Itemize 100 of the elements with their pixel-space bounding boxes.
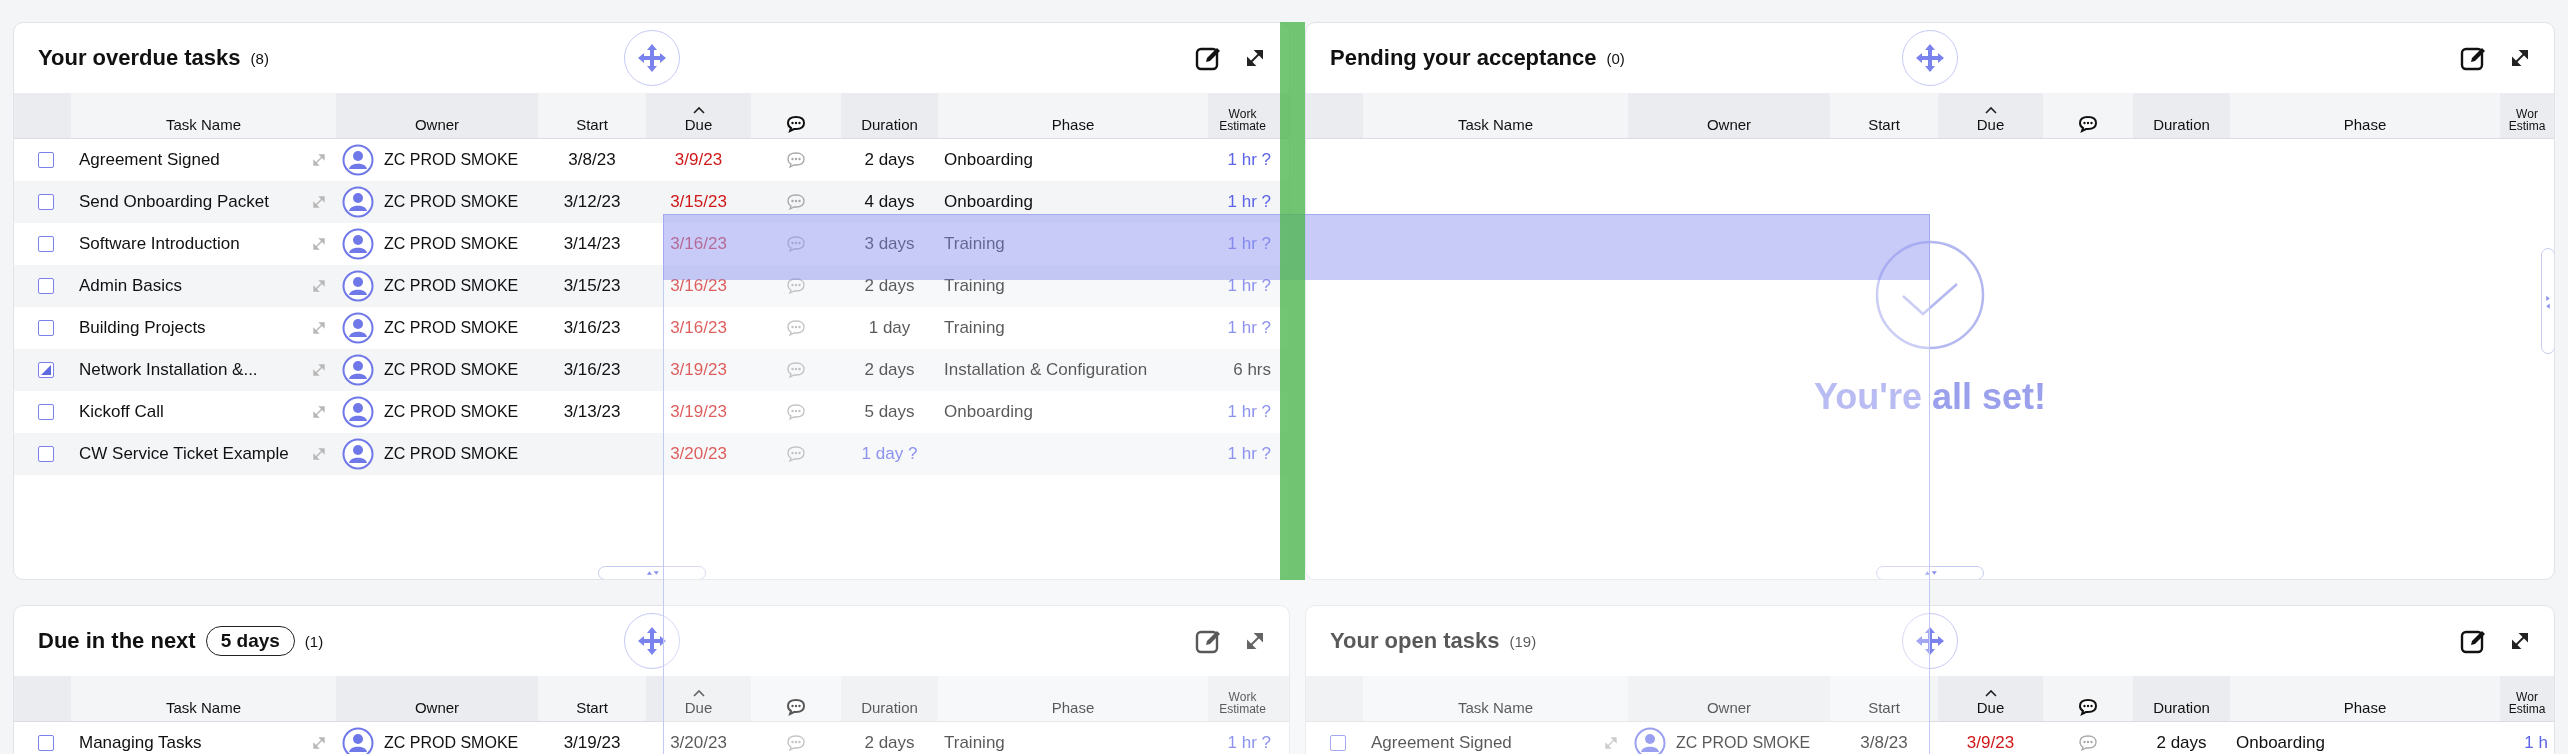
task-count: (1): [304, 632, 324, 650]
edit-icon[interactable]: [1195, 628, 1223, 654]
avatar-icon: [342, 186, 374, 218]
column-header[interactable]: Owner: [336, 676, 538, 721]
duration[interactable]: 2 days: [864, 150, 915, 170]
comment-icon[interactable]: [786, 151, 806, 169]
column-header[interactable]: Owner: [1628, 676, 1830, 721]
owner-name: ZC PROD SMOKE: [384, 734, 519, 752]
column-header[interactable]: Phase: [938, 93, 1208, 138]
task-name[interactable]: Software Introduction: [79, 234, 240, 254]
owner-name: ZC PROD SMOKE: [384, 235, 519, 253]
comment-icon[interactable]: [786, 734, 806, 752]
task-name[interactable]: Agreement Signed: [79, 150, 220, 170]
task-name[interactable]: Admin Basics: [79, 276, 182, 296]
duration[interactable]: 1 day: [868, 318, 911, 338]
column-header[interactable]: Work Estimate: [1208, 676, 1289, 721]
column-header[interactable]: Due: [1938, 676, 2043, 721]
column-header[interactable]: Task Name: [71, 93, 336, 138]
panel-title: Your open tasks: [1330, 628, 1500, 654]
expand-icon[interactable]: [2510, 631, 2530, 651]
row-checkbox[interactable]: [38, 735, 54, 751]
duration[interactable]: 5 days: [864, 402, 915, 422]
column-header[interactable]: Due: [1938, 93, 2043, 138]
duration[interactable]: 2 days: [864, 360, 915, 380]
expand-icon[interactable]: [2510, 48, 2530, 68]
column-header[interactable]: Wor Estima: [2500, 93, 2554, 138]
task-name[interactable]: Building Projects: [79, 318, 206, 338]
work-estimate[interactable]: 1 hr ?: [1227, 150, 1271, 170]
comment-icon: [786, 115, 806, 133]
avatar-icon: [342, 354, 374, 386]
column-header[interactable]: Task Name: [1363, 676, 1628, 721]
column-header[interactable]: Phase: [2230, 93, 2500, 138]
owner-name: ZC PROD SMOKE: [1676, 734, 1811, 752]
row-checkbox[interactable]: [38, 236, 54, 252]
edit-icon[interactable]: [2460, 628, 2488, 654]
column-header[interactable]: [2043, 676, 2133, 721]
column-header[interactable]: [751, 93, 841, 138]
column-header[interactable]: Wor Estima: [2500, 676, 2554, 721]
comment-icon[interactable]: [786, 277, 806, 295]
work-estimate[interactable]: 1 h: [2524, 733, 2548, 753]
expand-icon[interactable]: [1245, 48, 1265, 68]
task-name[interactable]: CW Service Ticket Example: [79, 444, 289, 464]
task-name[interactable]: Kickoff Call: [79, 402, 164, 422]
edit-icon[interactable]: [2460, 45, 2488, 71]
owner-name: ZC PROD SMOKE: [384, 277, 519, 295]
row-checkbox[interactable]: [38, 320, 54, 336]
comment-icon[interactable]: [786, 403, 806, 421]
work-estimate[interactable]: 1 hr ?: [1227, 192, 1271, 212]
comment-icon: [2078, 115, 2098, 133]
column-header[interactable]: [2043, 93, 2133, 138]
resize-handle[interactable]: [2541, 248, 2554, 354]
row-checkbox[interactable]: [1330, 735, 1346, 751]
column-header[interactable]: Duration: [2133, 676, 2230, 721]
comment-icon[interactable]: [786, 319, 806, 337]
column-header[interactable]: Task Name: [1363, 93, 1628, 138]
row-checkbox[interactable]: [38, 404, 54, 420]
comment-icon: [786, 698, 806, 716]
column-header[interactable]: Duration: [2133, 93, 2230, 138]
resize-handle[interactable]: [1876, 566, 1984, 579]
comment-icon[interactable]: [786, 193, 806, 211]
edit-icon[interactable]: [1195, 45, 1223, 71]
sort-caret-icon: [1984, 106, 1997, 114]
task-name[interactable]: Agreement Signed: [1371, 733, 1512, 753]
start-date: 3/14/23: [563, 234, 621, 254]
move-handle[interactable]: [1902, 30, 1958, 86]
task-name[interactable]: Network Installation &...: [79, 360, 258, 380]
duration[interactable]: 2 days: [864, 733, 915, 753]
column-header[interactable]: Start: [1830, 676, 1938, 721]
duration[interactable]: 2 days: [2156, 733, 2207, 753]
column-header[interactable]: Start: [538, 93, 646, 138]
column-header[interactable]: Phase: [2230, 676, 2500, 721]
column-header[interactable]: Due: [646, 676, 751, 721]
panel-title: Your overdue tasks: [38, 45, 241, 71]
phase: Onboarding: [944, 150, 1033, 170]
column-header[interactable]: Duration: [841, 93, 938, 138]
column-header[interactable]: Owner: [336, 93, 538, 138]
column-header[interactable]: Task Name: [71, 676, 336, 721]
row-checkbox[interactable]: [38, 152, 54, 168]
due-date: 3/15/23: [670, 192, 727, 212]
column-header[interactable]: Due: [646, 93, 751, 138]
task-name[interactable]: Managing Tasks: [79, 733, 202, 753]
column-header[interactable]: Start: [538, 676, 646, 721]
row-checkbox[interactable]: [38, 362, 54, 378]
comment-icon[interactable]: [2078, 734, 2098, 752]
column-header[interactable]: Owner: [1628, 93, 1830, 138]
start-date: 3/12/23: [563, 192, 621, 212]
column-header[interactable]: Duration: [841, 676, 938, 721]
work-estimate[interactable]: 6 hrs: [1233, 360, 1271, 380]
avatar-icon: [342, 228, 374, 260]
column-header[interactable]: Phase: [938, 676, 1208, 721]
task-name[interactable]: Send Onboarding Packet: [79, 192, 269, 212]
due-date: 3/19/23: [670, 360, 727, 380]
duration[interactable]: 2 days: [864, 276, 915, 296]
column-header[interactable]: Start: [1830, 93, 1938, 138]
resize-handle[interactable]: [597, 566, 706, 579]
row-checkbox[interactable]: [38, 278, 54, 294]
row-checkbox[interactable]: [38, 446, 54, 462]
duration[interactable]: 4 days: [864, 192, 915, 212]
row-checkbox[interactable]: [38, 194, 54, 210]
due-date: 3/16/23: [670, 234, 727, 254]
